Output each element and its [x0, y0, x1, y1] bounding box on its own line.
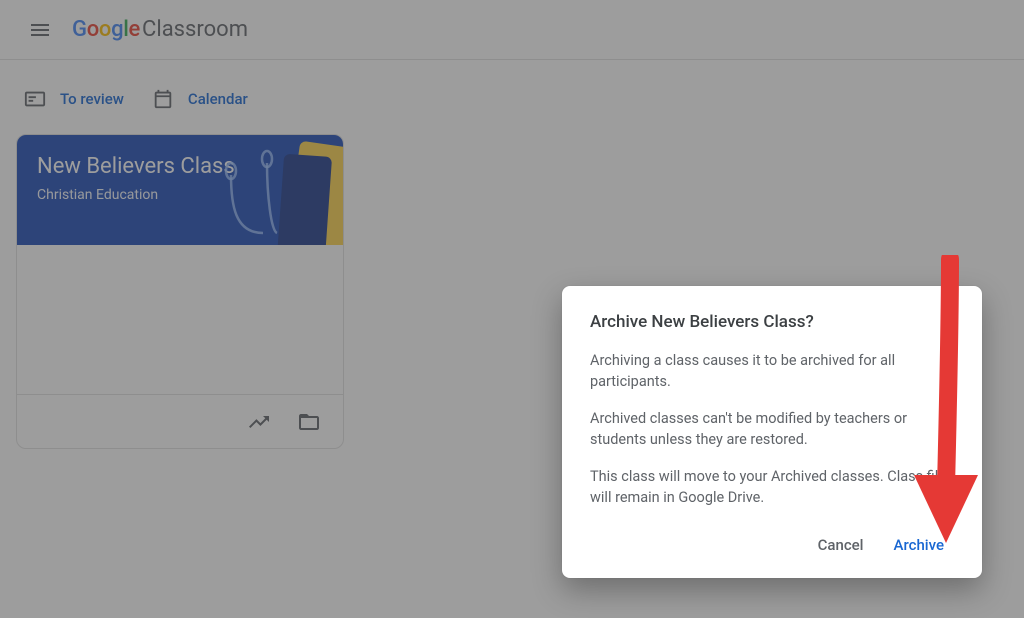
dialog-paragraph: Archived classes can't be modified by te…: [590, 408, 954, 450]
archive-dialog: Archive New Believers Class? Archiving a…: [562, 286, 982, 578]
dialog-body: Archiving a class causes it to be archiv…: [590, 350, 954, 508]
dialog-actions: Cancel Archive: [590, 526, 954, 564]
archive-button[interactable]: Archive: [884, 526, 954, 564]
dialog-paragraph: Archiving a class causes it to be archiv…: [590, 350, 954, 392]
dialog-paragraph: This class will move to your Archived cl…: [590, 466, 954, 508]
cancel-button[interactable]: Cancel: [808, 526, 874, 564]
dialog-title: Archive New Believers Class?: [590, 312, 954, 332]
